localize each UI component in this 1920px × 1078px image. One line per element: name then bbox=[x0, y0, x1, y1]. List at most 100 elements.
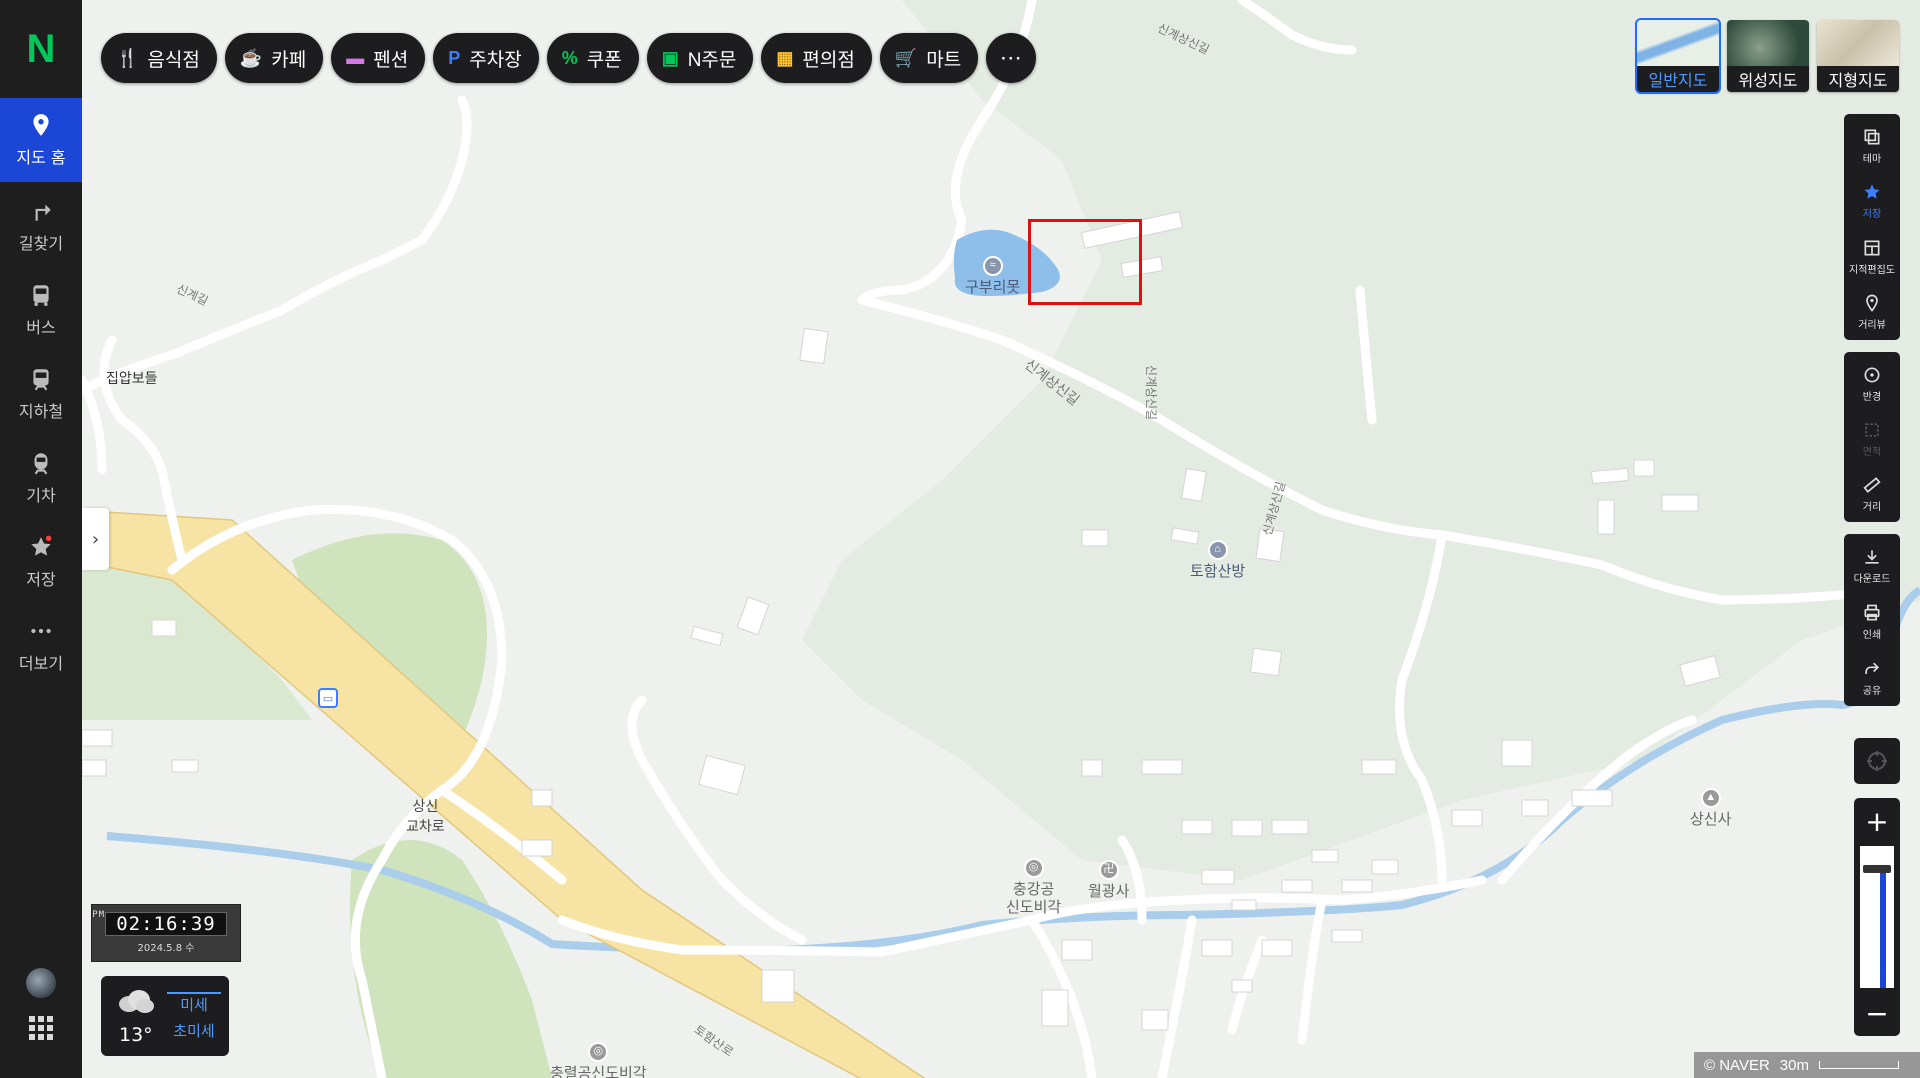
tool-print[interactable]: 인쇄 bbox=[1844, 594, 1900, 650]
poi-label: 충렬공신도비각 bbox=[550, 1065, 647, 1078]
poi-label: 토함산방 bbox=[1190, 563, 1246, 580]
zoom-in-button[interactable]: + bbox=[1854, 798, 1900, 844]
cadastral-icon bbox=[1864, 240, 1880, 256]
tool-distance[interactable]: 거리 bbox=[1844, 467, 1900, 522]
nav-saved[interactable]: 저장 bbox=[0, 520, 82, 604]
nav-bus[interactable]: 버스 bbox=[0, 268, 82, 352]
tool-area[interactable]: 면적 bbox=[1844, 411, 1900, 466]
cafe-icon: ☕ bbox=[239, 47, 263, 68]
chip-label: 쿠폰 bbox=[586, 49, 622, 71]
chip-pension[interactable]: ▬ 펜션 bbox=[331, 33, 426, 83]
tool-cadastral[interactable]: 지적편집도 bbox=[1844, 229, 1900, 285]
nav-directions[interactable]: 길찾기 bbox=[0, 184, 82, 268]
apps-grid-icon[interactable] bbox=[29, 1016, 53, 1040]
parking-icon: P bbox=[448, 47, 461, 68]
poi-sangsinsa[interactable]: ▲ 상신사 bbox=[1690, 788, 1731, 829]
zoom-control: + − bbox=[1854, 798, 1900, 1036]
naver-logo[interactable]: N bbox=[0, 0, 82, 98]
poi-label: 상신사 bbox=[1690, 811, 1732, 828]
weather-widget[interactable]: 13° 미세 초미세 bbox=[101, 976, 229, 1056]
nav-train[interactable]: 기차 bbox=[0, 436, 82, 520]
more-categories-button[interactable]: ⋯ bbox=[986, 33, 1037, 83]
zoom-slider[interactable] bbox=[1860, 846, 1894, 988]
tool-label: 반경 bbox=[1862, 391, 1882, 403]
tool-label: 지적편집도 bbox=[1849, 264, 1895, 276]
tool-radius[interactable]: 반경 bbox=[1844, 356, 1900, 411]
terrain-map-thumb bbox=[1817, 20, 1899, 66]
tool-label: 저장 bbox=[1862, 209, 1882, 221]
tool-streetview[interactable]: 거리뷰 bbox=[1844, 285, 1900, 341]
tool-saved[interactable]: 저장 bbox=[1844, 174, 1900, 230]
chip-coupon[interactable]: % 쿠폰 bbox=[546, 33, 639, 83]
poi-memorial[interactable]: ◎ 충강공 신도비각 bbox=[1006, 858, 1061, 917]
left-nav: N 지도 홈 길찾기 버스 지하철 기차 저장 더보기 bbox=[0, 0, 82, 1078]
chip-parking[interactable]: P 주차장 bbox=[433, 33, 539, 83]
poi-bottom-memorial[interactable]: ◎ 충렬공신도비각 bbox=[550, 1042, 647, 1078]
tool-download[interactable]: 다운로드 bbox=[1844, 538, 1900, 594]
tool-label: 거리 bbox=[1862, 502, 1882, 514]
cloud-icon bbox=[119, 990, 154, 1013]
zoom-slider-handle[interactable] bbox=[1863, 865, 1891, 873]
maptype-label: 위성지도 bbox=[1727, 66, 1809, 92]
train-icon bbox=[34, 453, 48, 475]
interchange-label: 상신 교차로 bbox=[406, 798, 445, 834]
maptype-satellite[interactable]: 위성지도 bbox=[1727, 20, 1809, 92]
maptype-label: 일반지도 bbox=[1637, 66, 1719, 92]
globe-icon[interactable] bbox=[26, 968, 56, 998]
map-base-layer bbox=[82, 0, 1920, 1078]
maptype-normal[interactable]: 일반지도 bbox=[1635, 18, 1721, 94]
maptype-label: 지형지도 bbox=[1817, 66, 1899, 92]
copyright: © NAVER bbox=[1704, 1056, 1770, 1074]
tool-share[interactable]: 공유 bbox=[1844, 650, 1900, 706]
store-icon: ▦ bbox=[776, 47, 794, 68]
nav-label: 더보기 bbox=[18, 654, 64, 673]
map-canvas[interactable]: 신계길 신계상신길 신계상신길 신계상신길 신계상신길 토함산로 집압보들 ≈ … bbox=[82, 0, 1920, 1078]
ruler-icon bbox=[1863, 477, 1881, 494]
nav-map-home[interactable]: 지도 홈 bbox=[0, 98, 82, 182]
landmark-icon: ◎ bbox=[1023, 858, 1044, 878]
poi-temple[interactable]: 卍 월광사 bbox=[1088, 860, 1129, 901]
restaurant-icon: 🍴 bbox=[116, 47, 139, 68]
tool-theme[interactable]: 테마 bbox=[1844, 118, 1900, 174]
zoom-level-fill bbox=[1880, 869, 1886, 988]
bus-icon bbox=[33, 285, 49, 306]
chip-label: 펜션 bbox=[373, 49, 409, 71]
download-icon bbox=[1865, 550, 1879, 564]
tool-group-layers: 테마 저장 지적편집도 거리뷰 bbox=[1844, 114, 1900, 340]
expand-panel-button[interactable]: › bbox=[82, 508, 109, 570]
poi-pond[interactable]: ≈ 구부리못 bbox=[965, 256, 1020, 297]
chip-cafe[interactable]: ☕ 카페 bbox=[224, 33, 324, 83]
bus-stop-icon[interactable]: ▭ bbox=[318, 688, 338, 708]
clock-widget: PM 02:16:39 2024.5.8 수 bbox=[91, 904, 241, 962]
road-label: 신계상신길 bbox=[1144, 364, 1159, 421]
area-icon bbox=[1865, 423, 1879, 437]
tool-label: 인쇄 bbox=[1862, 630, 1882, 641]
print-icon bbox=[1864, 604, 1880, 621]
star-icon bbox=[1864, 184, 1880, 199]
chip-label: 편의점 bbox=[802, 49, 855, 71]
tool-label: 공유 bbox=[1862, 686, 1882, 697]
my-location-button[interactable] bbox=[1854, 738, 1900, 784]
nav-label: 기차 bbox=[26, 486, 56, 505]
temple-icon: 卍 bbox=[1098, 860, 1119, 880]
nav-more[interactable]: 더보기 bbox=[0, 604, 82, 688]
chip-mart[interactable]: 🛒 마트 bbox=[879, 33, 979, 83]
chip-label: 주차장 bbox=[469, 49, 522, 71]
poi-tohap[interactable]: ⌂ 토함산방 bbox=[1190, 540, 1245, 581]
chip-norder[interactable]: ▣ N주문 bbox=[646, 33, 754, 83]
tool-label: 테마 bbox=[1862, 153, 1882, 165]
chip-convenience[interactable]: ▦ 편의점 bbox=[761, 33, 872, 83]
temple-icon: ▲ bbox=[1700, 788, 1721, 808]
maptype-terrain[interactable]: 지형지도 bbox=[1817, 20, 1899, 92]
star-icon bbox=[31, 535, 52, 556]
chip-label: N주문 bbox=[687, 49, 737, 71]
tool-label: 다운로드 bbox=[1853, 574, 1891, 585]
chip-restaurant[interactable]: 🍴 음식점 bbox=[101, 33, 217, 83]
chip-label: 카페 bbox=[271, 49, 307, 71]
nav-subway[interactable]: 지하철 bbox=[0, 352, 82, 436]
clock-time: PM 02:16:39 bbox=[92, 910, 227, 936]
selection-highlight-box bbox=[1028, 219, 1142, 305]
zoom-out-button[interactable]: − bbox=[1854, 990, 1900, 1036]
tool-label: 면적 bbox=[1862, 446, 1882, 458]
satellite-map-thumb bbox=[1727, 20, 1809, 66]
